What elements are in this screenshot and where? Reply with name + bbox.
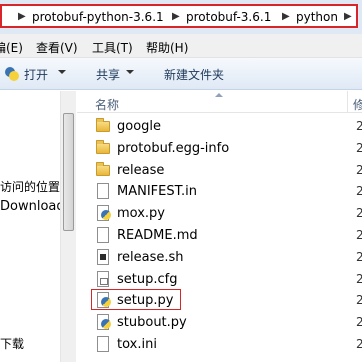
file-date: 2: [356, 293, 362, 308]
menu-edit[interactable]: 编(E): [0, 39, 23, 56]
python-file-icon: [95, 205, 111, 222]
menu-bar: 编(E) 查看(V) 工具(T) 帮助(H): [0, 34, 362, 58]
breadcrumb-separator[interactable]: ▶: [172, 9, 180, 25]
file-row[interactable]: release 2: [77, 159, 362, 181]
file-row[interactable]: google 2: [77, 115, 362, 137]
file-row[interactable]: MANIFEST.in 2: [77, 180, 362, 202]
menu-tools[interactable]: 工具(T): [92, 39, 133, 56]
file-name: tox.ini: [117, 337, 157, 352]
file-date: 2: [356, 315, 362, 330]
file-name: protobuf.egg-info: [117, 140, 230, 156]
navigation-pane: 访问的位置 Downloads 下载: [0, 91, 76, 362]
breadcrumb-separator: ▶: [18, 11, 26, 22]
open-dropdown-arrow-icon[interactable]: [58, 70, 66, 74]
file-name: release.sh: [117, 249, 184, 265]
file-date: 2: [356, 228, 362, 242]
file-row[interactable]: tox.ini 2: [77, 333, 362, 355]
file-icon: [95, 227, 111, 243]
file-row[interactable]: protobuf.egg-info 2: [77, 137, 362, 159]
file-name: README.md: [117, 228, 198, 243]
file-name: setup.cfg: [117, 271, 178, 287]
file-name: setup.py: [117, 293, 174, 309]
open-button[interactable]: 打开: [24, 66, 48, 83]
column-name[interactable]: 名称: [95, 96, 119, 113]
column-divider[interactable]: [347, 91, 348, 113]
breadcrumb-python[interactable]: python: [296, 9, 338, 25]
folder-icon: [95, 139, 111, 156]
nav-scrollbar-thumb[interactable]: [63, 113, 74, 231]
python-file-icon: [95, 292, 111, 309]
file-name: mox.py: [117, 206, 165, 222]
file-row[interactable]: mox.py 2: [77, 202, 362, 224]
file-date: 2: [356, 184, 362, 199]
file-date: 2: [356, 271, 362, 286]
breadcrumb-protobuf[interactable]: protobuf-3.6.1: [186, 9, 271, 25]
folder-icon: [95, 118, 111, 134]
folder-icon: [95, 161, 111, 178]
nav-item-recent-places[interactable]: 访问的位置: [0, 178, 60, 195]
file-name: stubout.py: [117, 315, 187, 331]
file-list: 名称 修 google 2 protobuf.egg-info 2 release 2 MA…: [77, 91, 362, 362]
file-row[interactable]: README.md 2: [77, 224, 362, 246]
menu-help[interactable]: 帮助(H): [146, 39, 188, 56]
file-row[interactable]: stubout.py 2: [77, 311, 362, 333]
file-icon: [95, 336, 111, 352]
file-date: 2: [356, 337, 362, 351]
address-box[interactable]: ▶ protobuf-python-3.6.1 ▶ protobuf-3.6.1…: [0, 4, 358, 28]
breadcrumb-protobuf-python[interactable]: protobuf-python-3.6.1: [32, 9, 164, 25]
menu-view[interactable]: 查看(V): [36, 39, 78, 56]
open-icon: [4, 66, 20, 82]
file-date: 2: [356, 249, 362, 264]
sort-arrow-icon: [215, 93, 223, 97]
file-name: MANIFEST.in: [117, 184, 197, 200]
nav-scrollbar[interactable]: [60, 91, 76, 362]
address-bar: ▶ protobuf-python-3.6.1 ▶ protobuf-3.6.1…: [0, 0, 362, 34]
toolbar: 打开 共享 新建文件夹: [0, 58, 362, 90]
file-date: 2: [356, 206, 362, 221]
share-dropdown-arrow-icon[interactable]: [126, 70, 134, 74]
file-row[interactable]: setup.py 2: [77, 289, 362, 311]
column-header: 名称 修: [77, 91, 362, 113]
column-date-modified[interactable]: 修: [353, 96, 362, 113]
new-folder-button[interactable]: 新建文件夹: [164, 66, 224, 83]
file-icon: [95, 183, 111, 200]
file-row[interactable]: setup.cfg 2: [77, 268, 362, 290]
share-button[interactable]: 共享: [96, 66, 120, 83]
config-file-icon: [95, 270, 111, 287]
file-date: 2: [356, 162, 362, 177]
script-file-icon: [95, 248, 111, 265]
file-row[interactable]: release.sh 2: [77, 246, 362, 268]
breadcrumb-separator[interactable]: ▶: [344, 9, 352, 25]
file-date: 2: [356, 140, 362, 155]
file-name: release: [117, 162, 165, 178]
file-name: google: [117, 119, 162, 134]
nav-item-download[interactable]: 下载: [0, 335, 24, 352]
file-date: 2: [356, 119, 362, 133]
python-file-icon: [95, 314, 111, 331]
breadcrumb-separator[interactable]: ▶: [282, 9, 290, 25]
